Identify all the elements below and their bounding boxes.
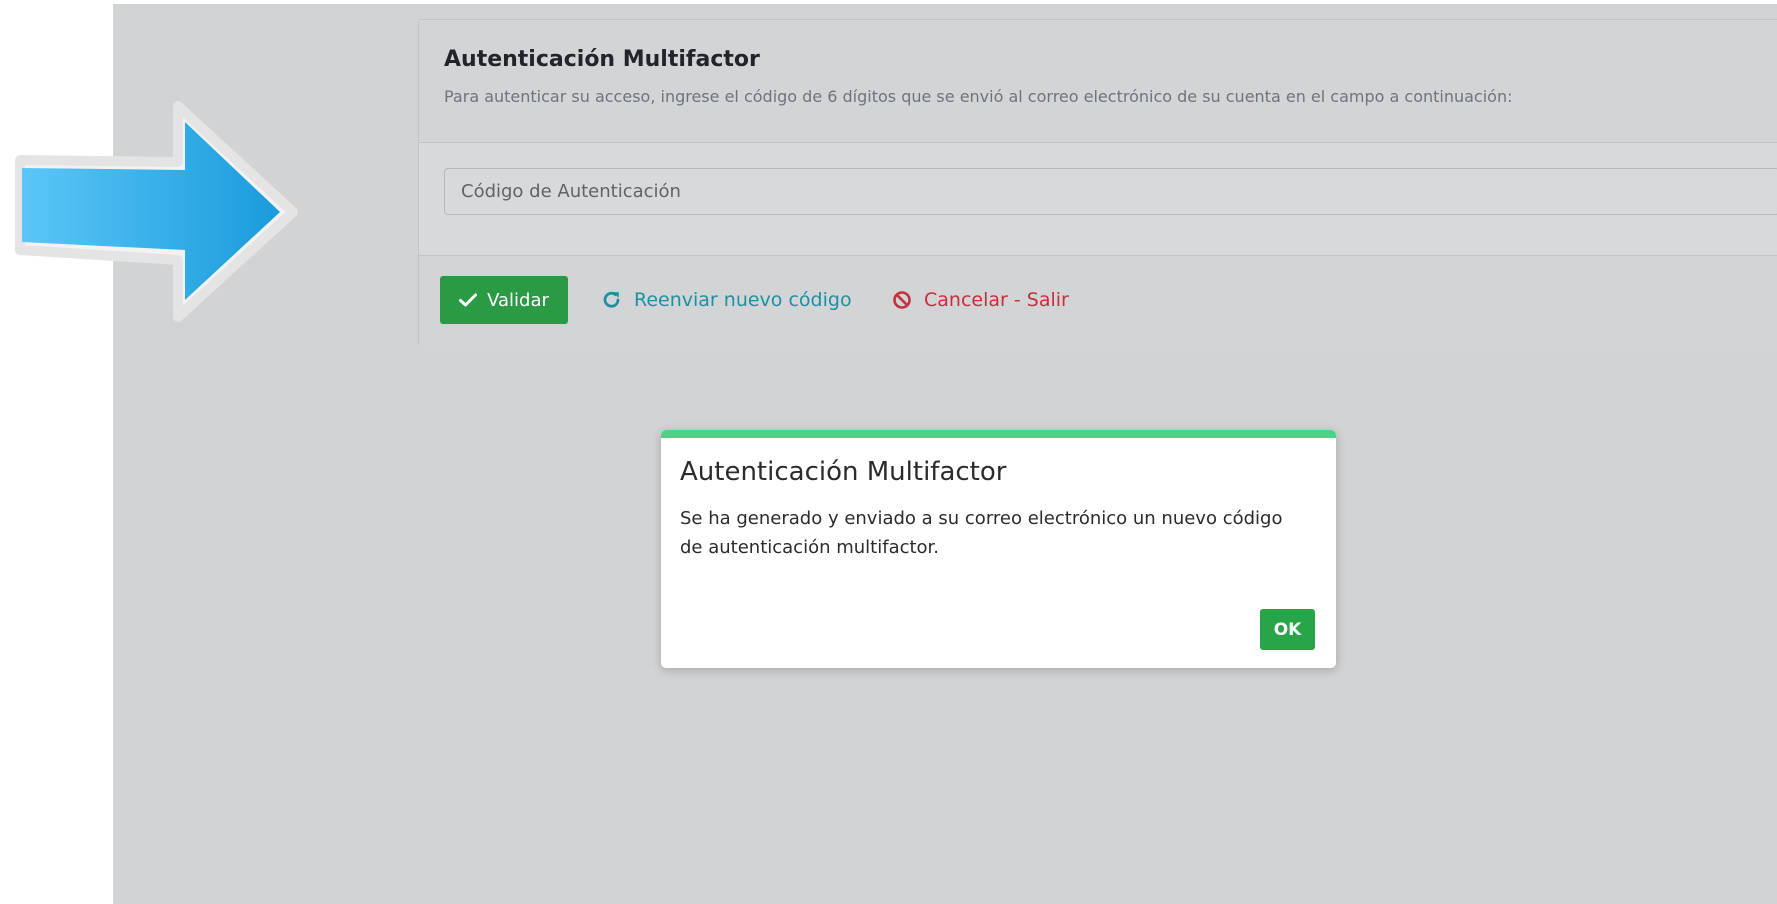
validate-button-label: Validar: [487, 289, 549, 311]
ok-button[interactable]: OK: [1260, 609, 1315, 650]
card-header: Autenticación Multifactor Para autentica…: [419, 20, 1777, 143]
resend-code-button[interactable]: Reenviar nuevo código: [602, 276, 852, 324]
redo-icon: [602, 290, 622, 310]
card-subtitle: Para autenticar su acceso, ingrese el có…: [444, 87, 1513, 106]
card-body: [419, 143, 1777, 256]
arrow-right-icon: [15, 101, 298, 322]
card-footer: Validar Reenviar nuevo código Cancelar -…: [419, 256, 1777, 346]
cancel-exit-label: Cancelar - Salir: [924, 289, 1069, 311]
authentication-code-input[interactable]: [444, 168, 1777, 215]
card-title: Autenticación Multifactor: [444, 47, 760, 72]
dialog-message: Se ha generado y enviado a su correo ele…: [680, 508, 1283, 558]
resend-code-label: Reenviar nuevo código: [634, 289, 852, 311]
page: Autenticación Multifactor Para autentica…: [0, 0, 1777, 904]
info-dialog: Autenticación Multifactor Se ha generado…: [661, 430, 1336, 668]
mfa-card: Autenticación Multifactor Para autentica…: [418, 19, 1777, 346]
dialog-accent-bar: [661, 430, 1336, 438]
check-icon: [459, 293, 478, 307]
ban-icon: [892, 290, 912, 310]
cancel-exit-button[interactable]: Cancelar - Salir: [892, 276, 1069, 324]
dialog-title: Autenticación Multifactor: [680, 457, 1007, 487]
validate-button[interactable]: Validar: [440, 276, 568, 324]
